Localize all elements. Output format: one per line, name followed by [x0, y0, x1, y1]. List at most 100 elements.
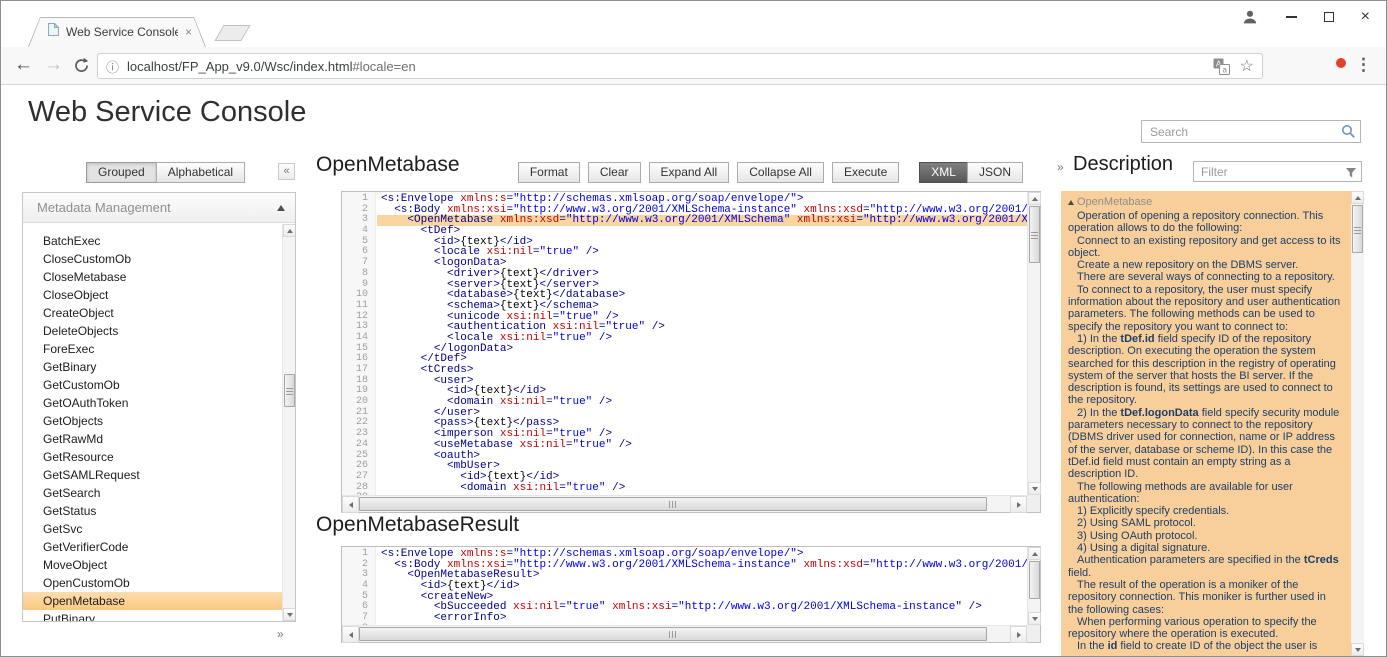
scroll-thumb[interactable] [1029, 561, 1040, 599]
scroll-left-button[interactable] [342, 496, 359, 513]
code-line[interactable]: </logonData> [377, 344, 1027, 355]
scroll-right-button[interactable] [1010, 496, 1027, 513]
url-fragment: #locale=en [352, 59, 415, 74]
sidebar-collapse-button[interactable]: « [278, 163, 295, 180]
translate-icon[interactable]: Aa [1213, 58, 1230, 75]
list-item[interactable]: CreateObject [23, 304, 282, 322]
minimize-button[interactable] [1286, 16, 1297, 18]
line-number: 7 [342, 613, 375, 624]
list-item[interactable]: GetStatus [23, 502, 282, 520]
scroll-up-button[interactable] [1351, 191, 1364, 204]
window-close-button[interactable]: × [1361, 9, 1370, 25]
profile-icon[interactable] [1241, 8, 1259, 26]
back-button[interactable]: ← [14, 54, 33, 76]
list-item[interactable]: DeleteObjects [23, 322, 282, 340]
list-item[interactable]: GetSvc [23, 520, 282, 538]
alphabetical-button[interactable]: Alphabetical [156, 162, 245, 183]
collapse-all-button[interactable]: Collapse All [737, 162, 824, 183]
scroll-up-button[interactable] [1028, 547, 1041, 560]
sidebar-scrollbar[interactable] [282, 224, 295, 621]
response-code[interactable]: <s:Envelope xmlns:s="http://schemas.xmls… [377, 547, 1027, 625]
list-item[interactable]: CloseObject [23, 286, 282, 304]
browser-menu-button[interactable]: ⋮ [1355, 55, 1372, 75]
reload-button[interactable] [73, 57, 90, 80]
list-item[interactable]: OpenCustomOb [23, 574, 282, 592]
clear-button[interactable]: Clear [588, 162, 641, 183]
bookmark-star-icon[interactable]: ☆ [1240, 56, 1254, 76]
description-scrollbar[interactable] [1351, 191, 1364, 656]
list-item[interactable]: ForeExec [23, 340, 282, 358]
scroll-thumb[interactable] [359, 497, 987, 511]
list-item[interactable]: GetResource [23, 448, 282, 466]
response-hscrollbar[interactable] [342, 625, 1027, 642]
tab-close-icon[interactable]: × [185, 25, 192, 39]
request-vscrollbar[interactable] [1027, 192, 1040, 495]
list-item[interactable]: OpenMetabase [23, 592, 282, 610]
scroll-left-button[interactable] [342, 626, 359, 643]
url-text: localhost/FP_App_v9.0/Wsc/index.html [127, 59, 352, 74]
format-button[interactable]: Format [518, 162, 580, 183]
code-line[interactable]: </tDef> [377, 354, 1027, 365]
list-item[interactable]: MoveObject [23, 556, 282, 574]
browser-tab[interactable]: Web Service Console × [28, 17, 206, 47]
scroll-right-icon [1017, 502, 1021, 508]
description-paragraph: To connect to a repository, the user mus… [1068, 284, 1343, 333]
grouped-button[interactable]: Grouped [86, 162, 157, 183]
description-collapse-button[interactable]: » [1057, 160, 1064, 174]
response-editor[interactable]: 12345678 <s:Envelope xmlns:s="http://sch… [341, 546, 1041, 643]
list-item[interactable]: GetRawMd [23, 430, 282, 448]
extension-icon[interactable] [1336, 58, 1346, 68]
filter-funnel-icon[interactable] [1345, 166, 1357, 184]
list-item[interactable]: GetObjects [23, 412, 282, 430]
list-item[interactable]: PutBinary [23, 610, 282, 621]
response-vscrollbar[interactable] [1027, 547, 1040, 625]
scroll-up-button[interactable] [283, 224, 296, 237]
search-input[interactable] [1142, 121, 1360, 142]
request-hscrollbar[interactable] [342, 495, 1027, 512]
list-item[interactable]: GetSearch [23, 484, 282, 502]
info-icon[interactable]: ⓘ [106, 57, 119, 76]
maximize-button[interactable] [1324, 12, 1334, 22]
json-button[interactable]: JSON [967, 162, 1023, 183]
search-icon[interactable] [1341, 124, 1356, 144]
list-item[interactable]: GetBinary [23, 358, 282, 376]
filter-input[interactable] [1194, 162, 1361, 181]
list-item[interactable]: CloseMetabase [23, 268, 282, 286]
scroll-thumb[interactable] [1352, 205, 1363, 253]
description-section-header[interactable]: OpenMetabase [1068, 196, 1343, 208]
scroll-down-button[interactable] [1028, 612, 1041, 625]
request-editor[interactable]: 1234567891011121314151617181920212223242… [341, 191, 1041, 513]
list-item[interactable]: CloseCustomOb [23, 250, 282, 268]
scroll-down-button[interactable] [283, 608, 296, 621]
expand-all-button[interactable]: Expand All [649, 162, 730, 183]
list-item[interactable]: GetSAMLRequest [23, 466, 282, 484]
list-item[interactable]: GetCustomOb [23, 376, 282, 394]
forward-button[interactable]: → [44, 54, 63, 76]
line-number: 4 [342, 581, 375, 592]
url-bar[interactable]: ⓘ localhost/FP_App_v9.0/Wsc/index.html #… [97, 53, 1263, 79]
code-line[interactable]: <OpenMetabase xmlns:xsd="http://www.w3.o… [377, 215, 1027, 226]
list-item[interactable]: GetOAuthToken [23, 394, 282, 412]
line-number: 24 [342, 440, 375, 451]
scroll-up-button[interactable] [1028, 192, 1041, 205]
scroll-right-button[interactable] [1010, 626, 1027, 643]
scroll-thumb[interactable] [359, 627, 987, 641]
new-tab-button[interactable] [214, 25, 250, 41]
group-collapse-icon[interactable] [277, 205, 285, 211]
sidebar-expand-button[interactable]: » [277, 627, 284, 641]
xml-button[interactable]: XML [919, 162, 968, 183]
request-code[interactable]: <s:Envelope xmlns:s="http://schemas.xmls… [377, 192, 1027, 495]
code-line[interactable]: <errorInfo> [377, 613, 1027, 624]
scroll-thumb[interactable] [284, 374, 295, 407]
scroll-down-button[interactable] [1351, 643, 1364, 656]
list-item[interactable]: BatchExec [23, 232, 282, 250]
group-header[interactable]: Metadata Management [23, 193, 295, 223]
code-line[interactable]: <tCreds> [377, 365, 1027, 376]
scroll-down-button[interactable] [1028, 482, 1041, 495]
response-title: OpenMetabaseResult [316, 513, 519, 537]
execute-button[interactable]: Execute [832, 162, 899, 183]
description-body: OpenMetabase Operation of opening a repo… [1061, 191, 1364, 656]
scroll-thumb[interactable] [1029, 206, 1040, 263]
code-line[interactable]: <domain xsi:nil="true" /> [377, 483, 1027, 494]
list-item[interactable]: GetVerifierCode [23, 538, 282, 556]
